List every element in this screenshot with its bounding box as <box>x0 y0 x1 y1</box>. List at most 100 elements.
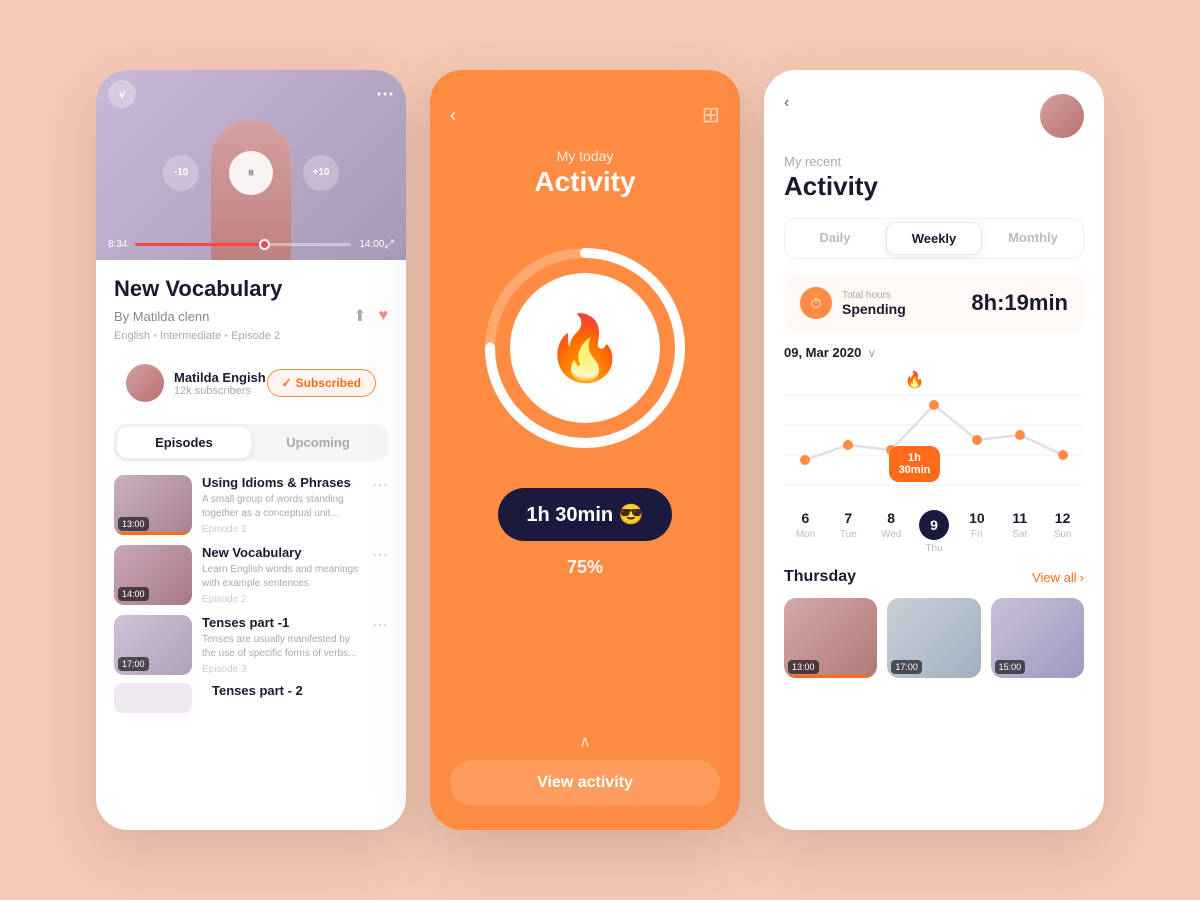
fire-badge: 🔥 <box>905 370 925 390</box>
episode-title-partial: Tenses part - 2 <box>212 683 303 698</box>
episode-title: New Vocabulary <box>202 545 362 560</box>
video-collapse-btn[interactable]: ∨ <box>108 80 136 108</box>
day-tue[interactable]: 7 Tue <box>827 510 870 554</box>
date-label: 09, Mar 2020 <box>784 345 861 360</box>
date-chevron-icon: ∨ <box>867 346 876 360</box>
episode-title: Using Idioms & Phrases <box>202 475 362 490</box>
day-number: 6 <box>802 510 810 526</box>
episode-list: 13:00 Using Idioms & Phrases A small gro… <box>114 475 388 675</box>
pause-button[interactable]: ⏸ <box>229 151 273 195</box>
day-label: Sat <box>1012 529 1027 540</box>
like-icon[interactable]: ♥ <box>379 307 389 325</box>
episode-desc: A small group of words standing together… <box>202 493 362 521</box>
chart-tooltip: 1h 30min <box>889 446 941 482</box>
day-label: Sun <box>1054 529 1072 540</box>
my-recent-label: My recent <box>784 154 1084 169</box>
spending-label: Spending <box>842 301 906 317</box>
day-number: 9 <box>919 510 949 540</box>
episode-thumbnail: 17:00 <box>114 615 192 675</box>
video-thumbnail-3[interactable]: 15:00 <box>991 598 1084 678</box>
episode-title: Tenses part -1 <box>202 615 362 630</box>
tab-monthly[interactable]: Monthly <box>986 222 1080 255</box>
fire-emoji: 🔥 <box>545 316 625 380</box>
clock-icon: ⏱ <box>800 287 832 319</box>
episode-thumbnail: 14:00 <box>114 545 192 605</box>
video-thumbnail-2[interactable]: 17:00 <box>887 598 980 678</box>
episode-number: Episode 2 <box>202 594 362 605</box>
episode-duration: 17:00 <box>118 657 149 671</box>
thumb-duration: 13:00 <box>788 660 819 674</box>
day-wed[interactable]: 8 Wed <box>870 510 913 554</box>
thumbnails-row: 13:00 17:00 15:00 <box>784 598 1084 678</box>
expand-icon[interactable]: ⤢ <box>384 237 394 252</box>
episode-more-icon[interactable]: ⋯ <box>372 475 388 495</box>
episode-duration: 13:00 <box>118 517 149 531</box>
tab-daily[interactable]: Daily <box>788 222 882 255</box>
activity-title: Activity <box>450 166 720 198</box>
episode-number: Episode 3 <box>202 664 362 675</box>
thumb-duration: 17:00 <box>891 660 922 674</box>
day-label: Tue <box>840 529 857 540</box>
view-activity-button[interactable]: View activity <box>450 760 720 806</box>
thumb-duration: 15:00 <box>995 660 1026 674</box>
section-title: Thursday <box>784 568 856 586</box>
back-button[interactable]: ‹ <box>450 105 456 126</box>
day-thu[interactable]: 9 Thu <box>913 510 956 554</box>
day-number: 8 <box>887 510 895 526</box>
subscribe-button[interactable]: ✓ Subscribed <box>267 369 376 397</box>
day-number: 12 <box>1055 510 1071 526</box>
day-label: Wed <box>881 529 901 540</box>
video-more-btn[interactable]: ⋯ <box>376 84 394 105</box>
rewind-button[interactable]: -10 <box>163 155 199 191</box>
day-mon[interactable]: 6 Mon <box>784 510 827 554</box>
percent-text: 75% <box>567 557 603 578</box>
episode-item[interactable]: 14:00 New Vocabulary Learn English words… <box>114 545 388 605</box>
filter-icon[interactable]: ⊞ <box>702 102 720 128</box>
user-avatar[interactable] <box>1040 94 1084 138</box>
video-player[interactable]: ∨ ⋯ -10 ⏸ +10 8:34 14:00 ⤢ <box>96 70 406 260</box>
video-thumbnail-1[interactable]: 13:00 <box>784 598 877 678</box>
instructor-row: Matilda Engish 12k subscribers ✓ Subscri… <box>114 356 388 410</box>
day-number: 11 <box>1012 510 1027 526</box>
tab-upcoming[interactable]: Upcoming <box>251 427 385 458</box>
phone3-screen: ‹ My recent Activity Daily Weekly Monthl… <box>764 70 1104 830</box>
my-today-label: My today <box>450 148 720 164</box>
forward-button[interactable]: +10 <box>303 155 339 191</box>
instructor-avatar <box>126 364 164 402</box>
day-label: Thu <box>925 543 942 554</box>
phone2-header: ‹ ⊞ <box>450 102 720 128</box>
date-selector[interactable]: 09, Mar 2020 ∨ <box>784 345 1084 360</box>
share-icon[interactable]: ⬆ <box>353 306 366 326</box>
day-sun[interactable]: 12 Sun <box>1041 510 1084 554</box>
phone1-screen: ∨ ⋯ -10 ⏸ +10 8:34 14:00 ⤢ <box>96 70 406 830</box>
episode-duration: 14:00 <box>118 587 149 601</box>
period-tabs: Daily Weekly Monthly <box>784 218 1084 259</box>
view-all-button[interactable]: View all › <box>1032 570 1084 585</box>
tab-episodes[interactable]: Episodes <box>117 427 251 458</box>
course-title: New Vocabulary <box>114 276 388 302</box>
back-button[interactable]: ‹ <box>784 94 789 112</box>
phone2-screen: ‹ ⊞ My today Activity 🔥 1h 30min 😎 75% ∧… <box>430 70 740 830</box>
episode-number: Episode 1 <box>202 524 362 535</box>
episode-desc: Tenses are usually manifested by the use… <box>202 633 362 661</box>
episode-tabs: Episodes Upcoming <box>114 424 388 461</box>
recent-activity-title: Activity <box>784 171 1084 202</box>
episode-more-icon[interactable]: ⋯ <box>372 545 388 565</box>
day-sat[interactable]: 11 Sat <box>998 510 1041 554</box>
day-fri[interactable]: 10 Fri <box>955 510 998 554</box>
instructor-name: Matilda Engish <box>174 370 266 385</box>
tab-weekly[interactable]: Weekly <box>886 222 982 255</box>
episode-item[interactable]: 13:00 Using Idioms & Phrases A small gro… <box>114 475 388 535</box>
course-meta: English • Intermediate • Episode 2 <box>114 330 388 342</box>
episode-more-icon[interactable]: ⋯ <box>372 615 388 635</box>
days-row: 6 Mon 7 Tue 8 Wed 9 Thu 10 Fri 11 Sat 12… <box>784 510 1084 554</box>
chevron-up-icon: ∧ <box>450 732 720 752</box>
time-badge: 1h 30min 😎 <box>498 488 671 541</box>
episode-item-partial: Tenses part - 2 <box>114 675 388 713</box>
view-activity-section: ∧ View activity <box>450 732 720 806</box>
activity-chart: 🔥 1h 30min <box>784 370 1084 500</box>
progress-bar[interactable] <box>135 243 351 246</box>
day-label: Fri <box>971 529 983 540</box>
episode-item[interactable]: 17:00 Tenses part -1 Tenses are usually … <box>114 615 388 675</box>
activity-circle: 🔥 <box>475 238 695 458</box>
